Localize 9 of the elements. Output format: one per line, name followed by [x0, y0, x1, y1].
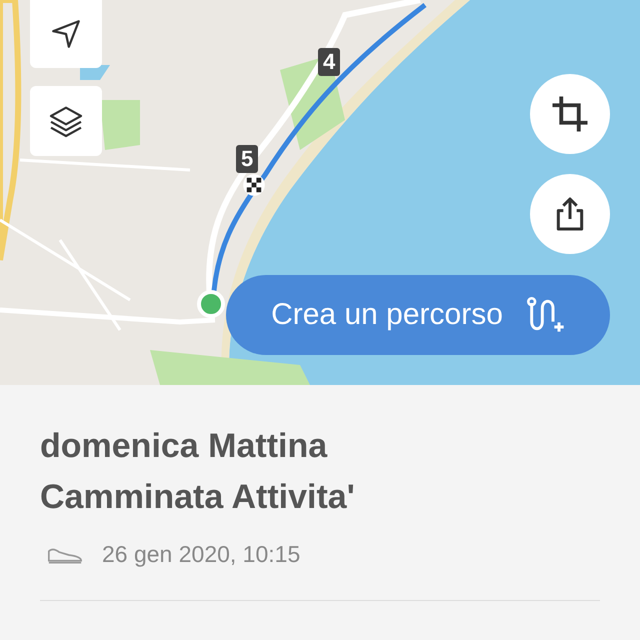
finish-flag-icon: [242, 173, 266, 197]
activity-date: 26 gen 2020, 10:15: [102, 541, 300, 568]
activity-title: domenica Mattina Camminata Attivita': [40, 426, 356, 518]
distance-marker: 5: [236, 145, 258, 173]
distance-marker: 4: [318, 48, 340, 76]
layers-button[interactable]: [30, 86, 102, 156]
create-route-button[interactable]: Crea un percorso: [226, 275, 610, 355]
navigation-arrow-icon: [49, 17, 83, 51]
locate-button[interactable]: [30, 0, 102, 68]
